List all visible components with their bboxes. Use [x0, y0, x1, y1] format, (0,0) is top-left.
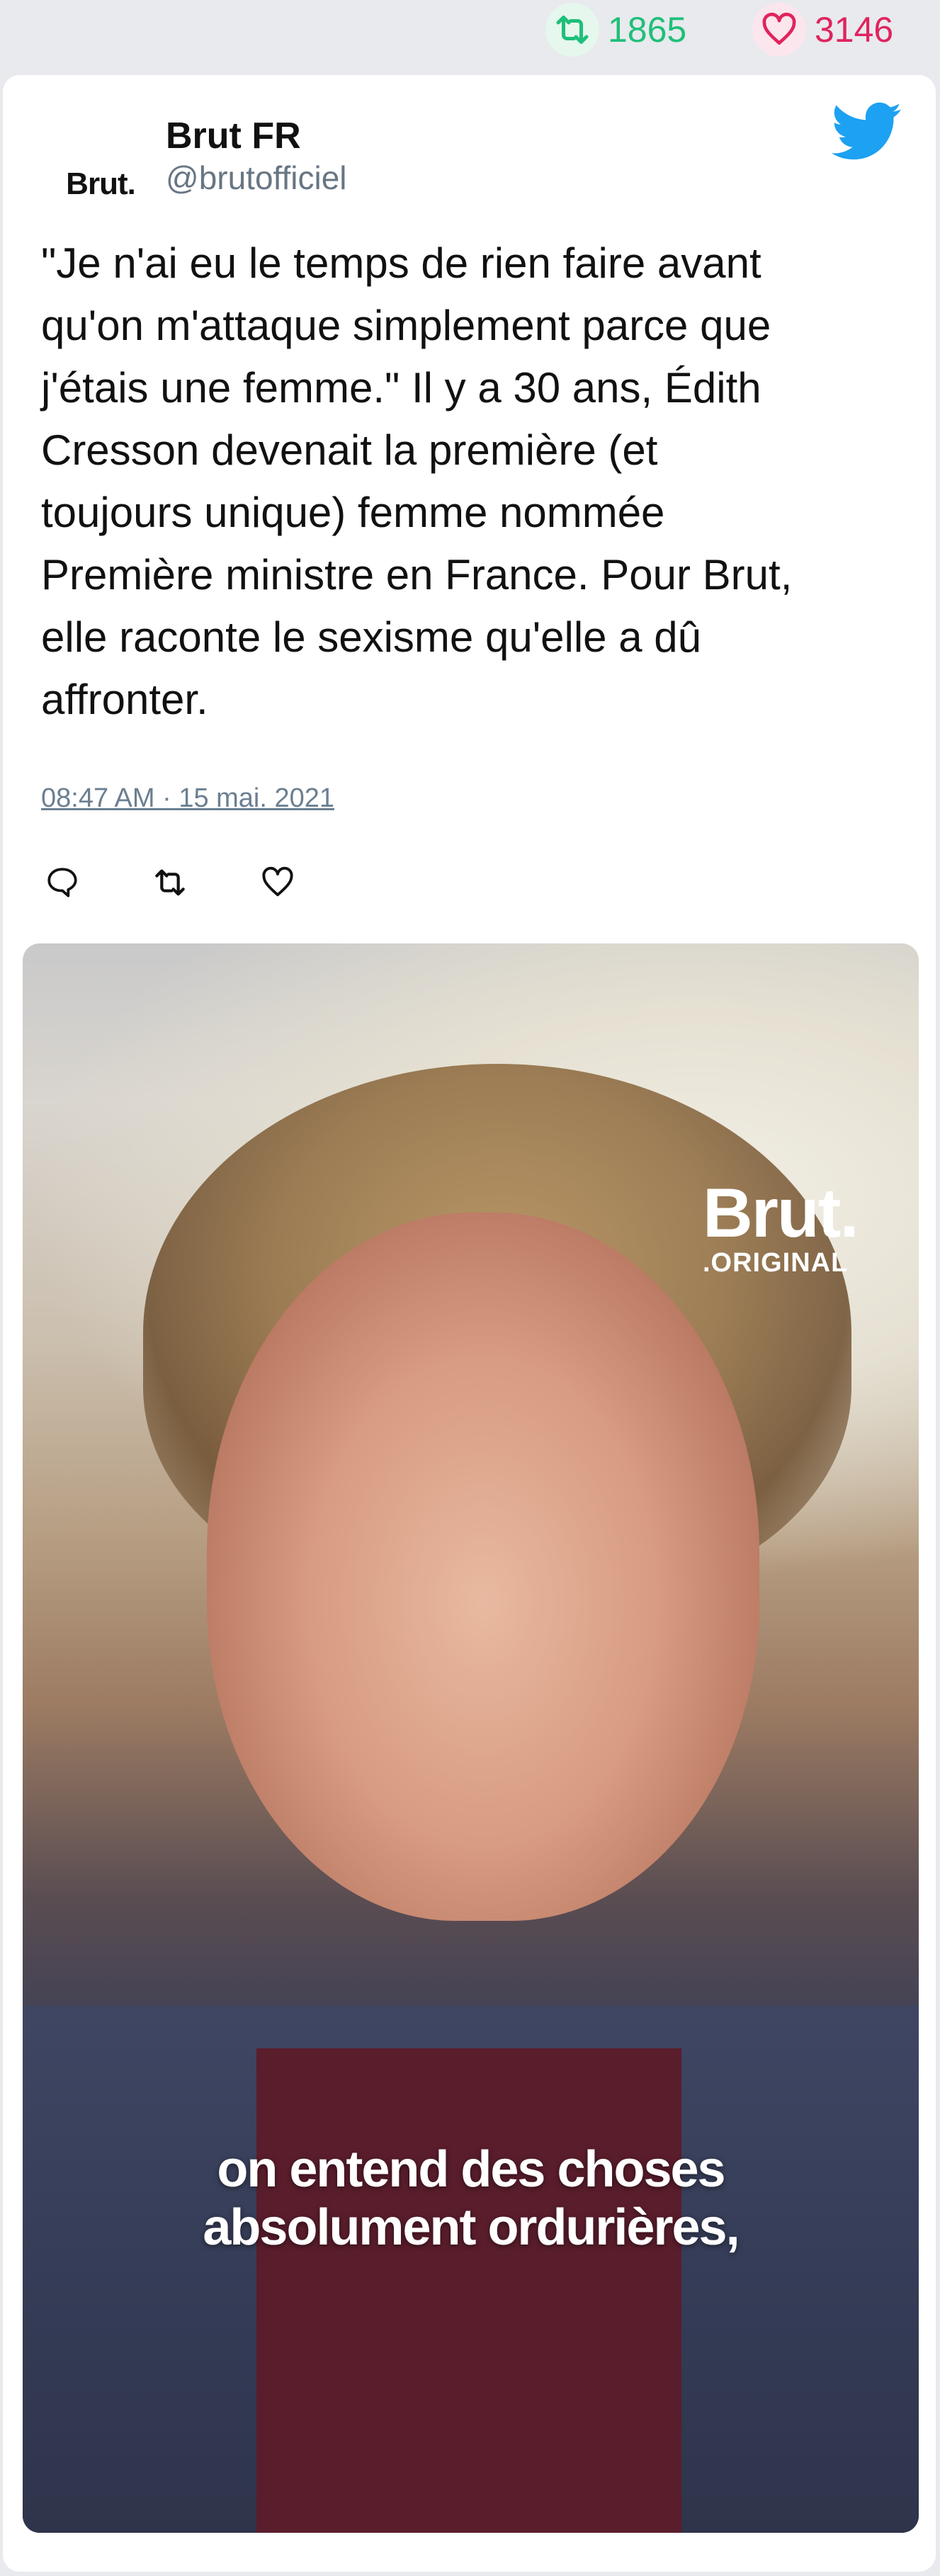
like-stat[interactable]: 3146	[752, 3, 893, 57]
like-action-icon[interactable]	[256, 861, 299, 904]
tweet-text-line: elle raconte le sexisme qu'elle a dû	[41, 613, 701, 661]
twitter-bird-icon[interactable]	[831, 102, 902, 161]
tweet-text-line: Cresson devenait la première (et	[41, 426, 658, 474]
user-handle[interactable]: @brutofficiel	[166, 159, 347, 197]
brut-original-watermark: Brut. .ORIGINAL	[703, 1174, 859, 1278]
video-subject-face	[207, 1213, 759, 1921]
reply-icon[interactable]	[41, 861, 84, 904]
tweet-text-line: Première ministre en France. Pour Brut,	[41, 551, 793, 598]
display-name[interactable]: Brut FR	[166, 115, 301, 157]
tweet-timestamp-link[interactable]: 08:47 AM · 15 mai. 2021	[41, 783, 334, 814]
retweet-action-icon[interactable]	[149, 861, 191, 904]
watermark-sub: .ORIGINAL	[703, 1248, 849, 1278]
stats-bar: 1865 3146	[0, 0, 940, 71]
tweet-text-line: j'étais une femme." Il y a 30 ans, Édith	[41, 364, 761, 412]
tweet-text-line: affronter.	[41, 676, 208, 723]
avatar[interactable]: Brut.	[38, 122, 163, 246]
retweet-stat[interactable]: 1865	[545, 3, 686, 57]
tweet-text-line: "Je n'ai eu le temps de rien faire avant	[41, 239, 761, 287]
caption-line: on entend des choses	[217, 2141, 725, 2198]
tweet-card: Brut. Brut FR @brutofficiel "Je n'ai eu …	[3, 75, 936, 2572]
tweet-text: "Je n'ai eu le temps de rien faire avant…	[41, 232, 905, 731]
retweet-icon	[545, 3, 599, 57]
caption-line: absolument ordurières,	[203, 2199, 740, 2256]
video-subject-sweater	[256, 2048, 681, 2533]
tweet-actions	[41, 854, 364, 911]
heart-icon	[752, 3, 806, 57]
tweet-video[interactable]: Brut. .ORIGINAL on entend des choses abs…	[23, 943, 919, 2533]
watermark-main: Brut.	[703, 1174, 859, 1252]
tweet-text-line: qu'on m'attaque simplement parce que	[41, 302, 771, 349]
video-caption: on entend des choses absolument ordurièr…	[23, 2140, 919, 2257]
like-count: 3146	[815, 10, 894, 50]
avatar-logo-text: Brut.	[66, 166, 136, 201]
tweet-text-line: toujours unique) femme nommée	[41, 489, 665, 536]
retweet-count: 1865	[608, 10, 687, 50]
